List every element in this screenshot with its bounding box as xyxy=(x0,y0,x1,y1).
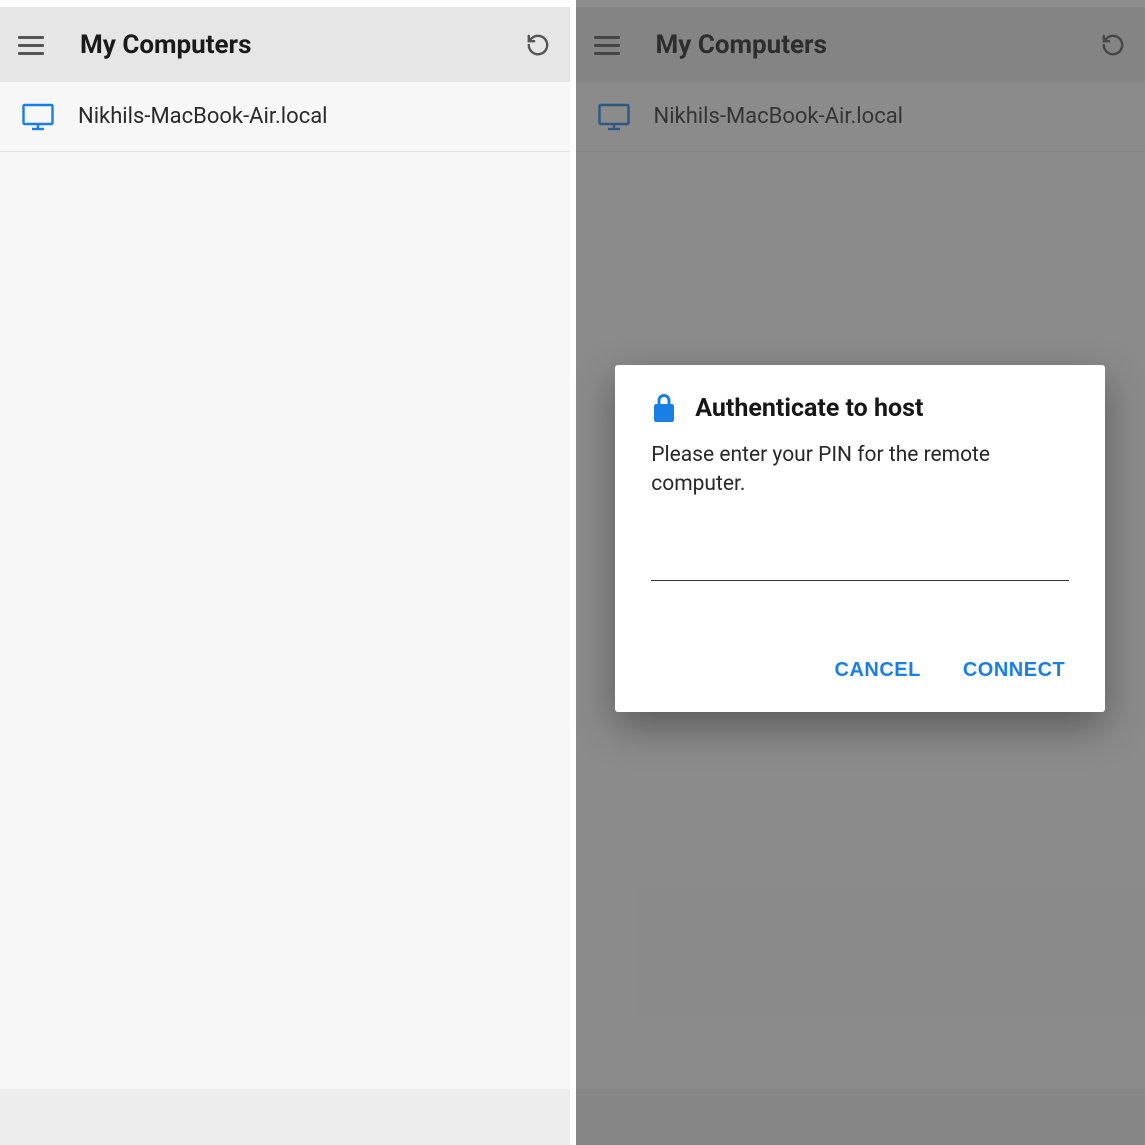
page-title: My Computers xyxy=(80,30,524,60)
appbar: My Computers xyxy=(0,8,570,82)
pin-input[interactable] xyxy=(651,544,1069,581)
menu-icon[interactable] xyxy=(18,31,46,59)
modal-overlay[interactable]: Authenticate to host Please enter your P… xyxy=(576,0,1145,1145)
dialog-message: Please enter your PIN for the remote com… xyxy=(651,441,1069,498)
cancel-button[interactable]: CANCEL xyxy=(831,653,925,688)
computer-list: Nikhils-MacBook-Air.local xyxy=(0,82,570,1089)
computer-row[interactable]: Nikhils-MacBook-Air.local xyxy=(0,82,570,152)
lock-icon xyxy=(651,393,677,423)
screen-auth-dialog: My Computers Nikhils-MacBook-Air.local xyxy=(573,0,1145,1145)
refresh-icon[interactable] xyxy=(524,31,552,59)
dialog-actions: CANCEL CONNECT xyxy=(651,653,1069,688)
bottom-nav xyxy=(0,1089,570,1145)
monitor-icon xyxy=(22,103,54,131)
dialog-header: Authenticate to host xyxy=(651,393,1069,423)
screen-computer-list: My Computers Nikhils-MacBook-Air.local xyxy=(0,0,573,1145)
auth-dialog: Authenticate to host Please enter your P… xyxy=(615,365,1105,712)
dialog-title: Authenticate to host xyxy=(695,394,923,423)
status-bar xyxy=(0,0,570,8)
connect-button[interactable]: CONNECT xyxy=(959,653,1069,688)
computer-name: Nikhils-MacBook-Air.local xyxy=(78,104,328,129)
